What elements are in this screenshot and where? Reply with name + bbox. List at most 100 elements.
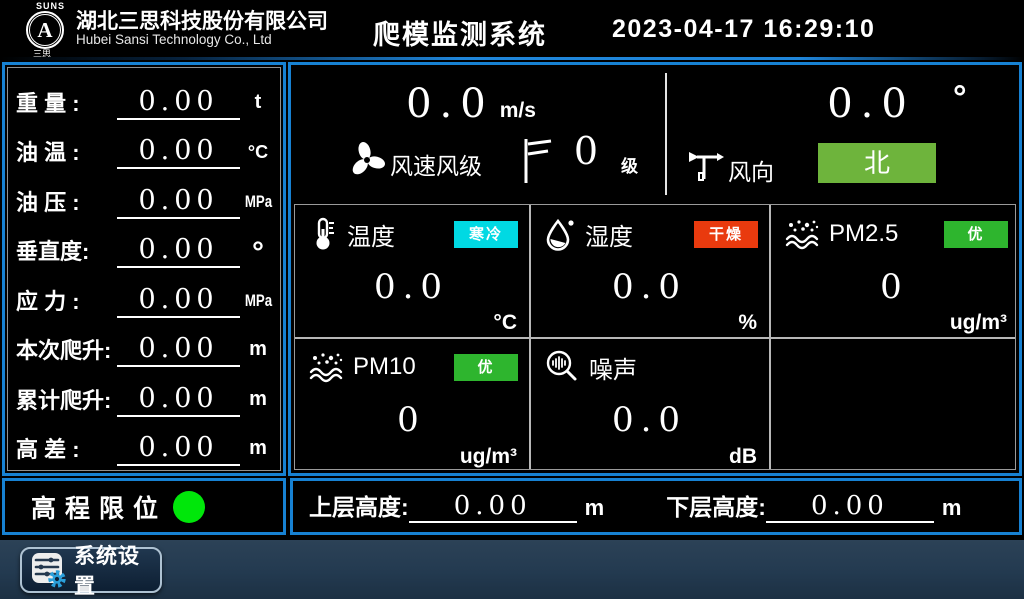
metric-value: 0.00 bbox=[117, 234, 240, 268]
metric-unit: °C bbox=[240, 142, 276, 169]
system-settings-button[interactable]: 系统设置 bbox=[20, 547, 162, 593]
sensor-unit: °C bbox=[493, 311, 517, 335]
upper-height-value: 0.00 bbox=[409, 491, 577, 523]
metric-label: 本次爬升: bbox=[16, 339, 117, 367]
sensor-unit: ug/m³ bbox=[460, 445, 517, 469]
grid-col-divider-1 bbox=[529, 205, 531, 469]
lower-height-value: 0.00 bbox=[766, 491, 934, 523]
page-title: 爬模监测系统 bbox=[330, 13, 590, 52]
metric-value: 0.00 bbox=[117, 284, 240, 318]
metrics-panel: 重 量 : 0.00 t 油 温 : 0.00 °C 油 压 : 0.00 MP… bbox=[2, 62, 286, 476]
wind-direction-unit: ° bbox=[953, 79, 967, 118]
taskbar: 系统设置 bbox=[0, 540, 1024, 599]
header-divider bbox=[0, 57, 1024, 60]
metric-label: 累计爬升: bbox=[16, 389, 117, 417]
humidity-drop-icon bbox=[544, 217, 576, 251]
company-name-cn: 湖北三思科技股份有限公司 bbox=[76, 5, 328, 35]
wind-level-value: 0 bbox=[563, 129, 609, 173]
sensor-unit: ug/m³ bbox=[950, 311, 1007, 335]
sensor-value: 0.0 bbox=[296, 267, 527, 307]
metric-unit: m bbox=[240, 388, 276, 417]
sensor-value: 0 bbox=[772, 267, 1017, 307]
metric-unit: m bbox=[240, 437, 276, 466]
metric-value: 0.00 bbox=[117, 86, 240, 120]
sensor-cell-temperature: 温度 寒冷 0.0 °C bbox=[296, 207, 527, 336]
sensor-label: PM10 bbox=[353, 353, 416, 381]
metric-row-total-climb: 累计爬升: 0.00 m bbox=[10, 369, 278, 417]
metric-unit: ° bbox=[240, 244, 276, 268]
pm25-status-badge: 优 bbox=[944, 221, 1008, 248]
sensor-cell-noise: 噪声 0.0 dB bbox=[532, 340, 767, 470]
fan-icon bbox=[347, 139, 387, 179]
noise-meter-icon bbox=[544, 349, 580, 385]
sensor-cell-pm25: PM2.5 优 0 ug/m³ bbox=[772, 207, 1017, 336]
logo-suns-text: SUNS bbox=[36, 1, 65, 11]
metric-value: 0.00 bbox=[117, 135, 240, 169]
sensor-cell-pm10: PM10 优 0 ug/m³ bbox=[296, 340, 527, 470]
lower-height-label: 下层高度: bbox=[666, 488, 766, 523]
metric-row-stress: 应 力 : 0.00 MPa bbox=[10, 270, 278, 318]
metric-unit: t bbox=[240, 91, 276, 120]
climbing-formwork-monitor-screen: SUNS A 三思 湖北三思科技股份有限公司 Hubei Sansi Techn… bbox=[0, 0, 1024, 599]
layer-heights-box: 上层高度: 0.00 m 下层高度: 0.00 m bbox=[290, 478, 1022, 535]
metric-row-weight: 重 量 : 0.00 t bbox=[10, 72, 278, 120]
metric-unit: m bbox=[240, 338, 276, 367]
wind-speed-value: 0.0 bbox=[406, 81, 494, 127]
metric-row-height-diff: 高 差 : 0.00 m bbox=[10, 418, 278, 466]
wind-direction-button[interactable]: 北 bbox=[818, 143, 936, 183]
metric-row-verticality: 垂直度: 0.00 ° bbox=[10, 220, 278, 268]
pm10-status-badge: 优 bbox=[454, 354, 518, 381]
metric-value: 0.00 bbox=[117, 383, 240, 417]
metric-unit: MPa bbox=[244, 291, 271, 311]
grid-row-divider bbox=[295, 337, 1015, 339]
wind-speed-display: 0.0 m/s bbox=[311, 81, 631, 127]
lower-height-unit: m bbox=[942, 495, 962, 523]
pm10-dust-icon bbox=[308, 350, 344, 384]
metric-row-oil-pressure: 油 压 : 0.00 MPa bbox=[10, 171, 278, 219]
metric-label: 应 力 : bbox=[16, 290, 117, 318]
upper-height-label: 上层高度: bbox=[309, 488, 409, 523]
thermometer-icon bbox=[308, 217, 338, 251]
sensor-value: 0.0 bbox=[532, 400, 767, 440]
grid-col-divider-2 bbox=[769, 205, 771, 469]
elevation-limit-box: 高程限位 bbox=[2, 478, 286, 535]
wind-direction-display: 0.0 bbox=[791, 81, 951, 127]
elevation-limit-status-light bbox=[173, 491, 205, 523]
metric-value: 0.00 bbox=[117, 432, 240, 466]
sensor-label: PM2.5 bbox=[829, 220, 898, 248]
upper-height-unit: m bbox=[585, 495, 605, 523]
metric-value: 0.00 bbox=[117, 333, 240, 367]
temperature-status-badge: 寒冷 bbox=[454, 221, 518, 248]
sensor-unit: % bbox=[738, 311, 757, 335]
logo-letter: A bbox=[29, 14, 61, 46]
metric-label: 油 压 : bbox=[16, 191, 117, 219]
sensor-label: 噪声 bbox=[589, 350, 637, 385]
sensor-unit: dB bbox=[729, 445, 757, 469]
lower-height-group: 下层高度: 0.00 m bbox=[666, 488, 961, 523]
wind-speed-unit: m/s bbox=[500, 99, 536, 122]
sensor-value: 0.0 bbox=[532, 267, 767, 307]
elevation-limit-label: 高程限位 bbox=[31, 489, 167, 525]
metric-label: 垂直度: bbox=[16, 240, 117, 268]
pm25-dust-icon bbox=[784, 217, 820, 251]
metric-label: 高 差 : bbox=[16, 438, 117, 466]
wind-direction-value: 0.0 bbox=[827, 81, 915, 127]
wind-section-divider bbox=[665, 73, 667, 195]
wind-vane-icon bbox=[687, 149, 725, 183]
wind-direction-label: 风向 bbox=[728, 153, 774, 187]
datetime-display: 2023-04-17 16:29:10 bbox=[612, 15, 875, 44]
sensor-value: 0 bbox=[296, 400, 527, 440]
upper-height-group: 上层高度: 0.00 m bbox=[309, 488, 604, 523]
environment-panel: 0.0 m/s 风速风级 0 级 0.0 bbox=[288, 62, 1022, 476]
company-logo: A bbox=[26, 11, 64, 49]
sensor-cell-humidity: 湿度 干燥 0.0 % bbox=[532, 207, 767, 336]
metric-unit: MPa bbox=[244, 192, 271, 212]
humidity-status-badge: 干燥 bbox=[694, 221, 758, 248]
metric-label: 重 量 : bbox=[16, 92, 117, 120]
sensor-label: 湿度 bbox=[585, 217, 633, 252]
metric-rows: 重 量 : 0.00 t 油 温 : 0.00 °C 油 压 : 0.00 MP… bbox=[10, 71, 278, 467]
wind-level-unit: 级 bbox=[621, 152, 638, 177]
wind-speed-label: 风速风级 bbox=[390, 147, 482, 181]
settings-sliders-gear-icon bbox=[30, 551, 68, 589]
sensor-label: 温度 bbox=[347, 217, 395, 252]
